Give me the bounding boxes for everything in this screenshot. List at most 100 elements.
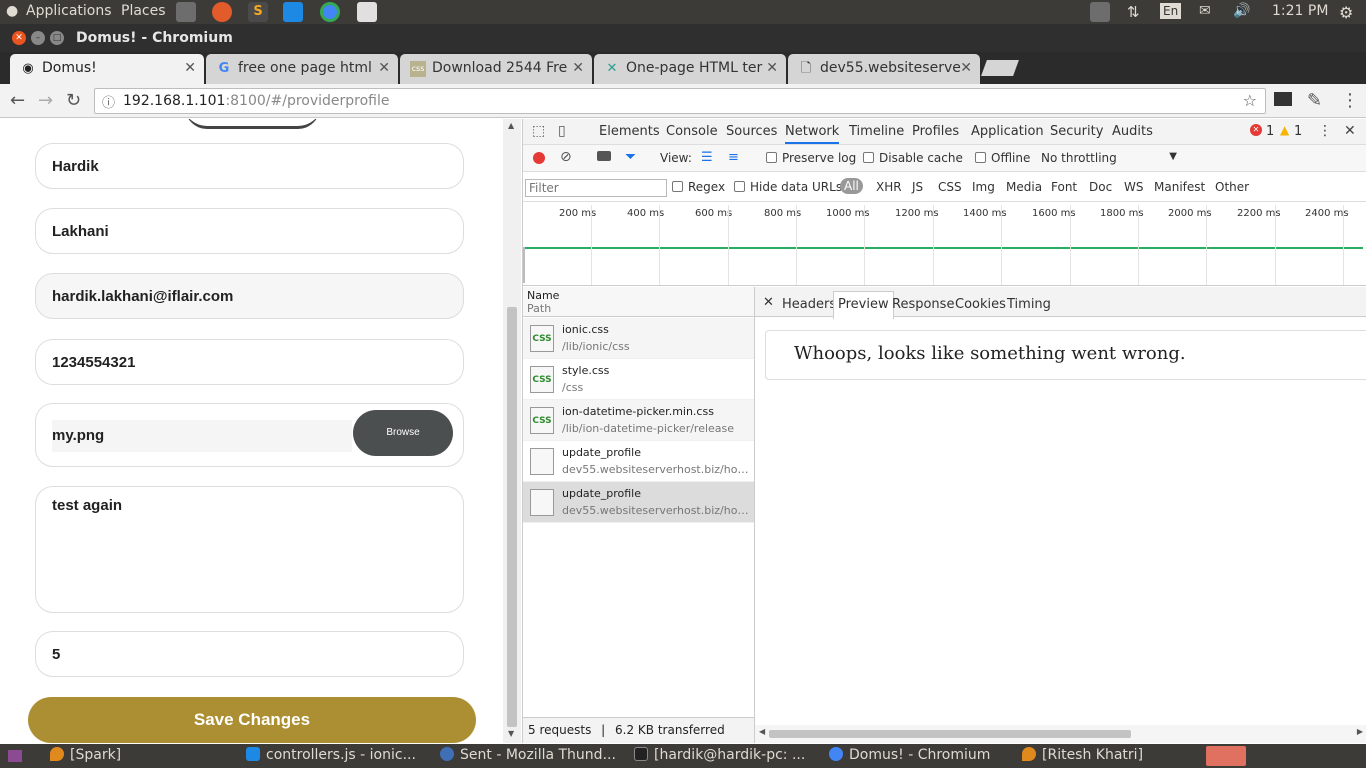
type-filter-ws[interactable]: WS [1124,180,1143,194]
close-window-icon[interactable]: ✕ [12,31,26,45]
detail-tab-timing[interactable]: Timing [1007,297,1051,312]
checkbox-box[interactable] [672,181,683,192]
horizontal-scrollbar[interactable]: ◀ ▶ [755,725,1366,743]
request-row[interactable]: update_profile dev55.websiteserverhost.b… [523,441,754,482]
checkbox-box[interactable] [766,152,777,163]
detail-tab-headers[interactable]: Headers [782,297,836,312]
inspect-element-icon[interactable]: ⬚ [532,123,545,139]
devtools-tab-sources[interactable]: Sources [726,124,777,139]
tab-dev55[interactable]: 🗋 dev55.websiteserve ✕ [788,54,980,84]
scroll-up-icon[interactable]: ▲ [508,121,514,130]
type-filter-css[interactable]: CSS [938,180,962,194]
request-list-header[interactable]: Name Path [523,287,754,317]
close-tab-icon[interactable]: ✕ [378,60,390,76]
chromium-icon[interactable] [320,2,340,22]
checkbox-box[interactable] [975,152,986,163]
taskbar-item-thunderbird[interactable]: Sent - Mozilla Thund... [440,747,616,763]
devtools-tab-network[interactable]: Network [785,124,840,144]
type-filter-other[interactable]: Other [1215,180,1249,194]
terminal-extension-icon[interactable] [1274,92,1292,106]
type-filter-img[interactable]: Img [972,180,995,194]
text-editor-icon[interactable] [357,2,377,22]
forward-icon[interactable]: → [38,90,53,111]
save-changes-button[interactable]: Save Changes [28,697,476,743]
scroll-left-icon[interactable]: ◀ [759,727,765,736]
devtools-tab-audits[interactable]: Audits [1112,124,1153,139]
device-toolbar-icon[interactable]: ▯ [558,123,566,139]
applications-menu[interactable]: Applications [26,3,112,19]
vscode-icon[interactable] [283,2,303,22]
detail-tab-response[interactable]: Response [892,297,954,312]
keyboard-layout-indicator[interactable]: En [1160,3,1182,19]
network-icon[interactable]: ⇅ [1127,3,1140,21]
close-tab-icon[interactable]: ✕ [766,60,778,76]
type-filter-xhr[interactable]: XHR [876,180,902,194]
record-icon[interactable] [533,152,545,164]
large-rows-icon[interactable]: ☰ [701,150,713,165]
error-count[interactable]: 1 [1266,124,1274,139]
taskbar-item-ritesh[interactable]: [Ritesh Khatri] [1022,747,1143,763]
browse-button[interactable]: Browse [353,410,453,456]
workspace-switcher[interactable] [1206,746,1246,766]
screenshot-camera-icon[interactable] [597,151,611,161]
show-desktop-icon[interactable] [8,750,22,762]
devtools-tab-application[interactable]: Application [971,124,1044,139]
close-tab-icon[interactable]: ✕ [184,60,196,76]
taskbar-item-terminal[interactable]: [hardik@hardik-pc: ... [634,747,805,763]
address-bar[interactable]: ⓘ 192.168.1.101:8100/#/providerprofile ☆ [94,88,1266,114]
type-filter-manifest[interactable]: Manifest [1154,180,1205,194]
warning-count[interactable]: 1 [1294,124,1302,139]
printer-icon[interactable] [176,2,196,22]
sublime-icon[interactable]: S [248,2,268,22]
timeline-handle-left[interactable] [523,247,525,283]
phone-input[interactable]: 1234554321 [35,339,464,385]
info-icon[interactable]: ⓘ [102,92,115,111]
devtools-tab-console[interactable]: Console [666,124,718,139]
ubuntu-logo-icon[interactable]: ● [6,3,18,19]
eyedropper-extension-icon[interactable]: ✎ [1307,90,1322,111]
detail-tab-cookies[interactable]: Cookies [955,297,1006,312]
taskbar-item-spark[interactable]: [Spark] [50,747,121,763]
new-tab-button[interactable] [981,60,1019,76]
preserve-log-checkbox[interactable]: Preserve log [766,151,856,165]
tab-domus[interactable]: ◉ Domus! ✕ [10,54,204,84]
throttling-select[interactable]: No throttling ▼ [1041,151,1177,165]
scroll-right-icon[interactable]: ▶ [1357,727,1363,736]
settings-gear-icon[interactable]: ⚙ [1339,3,1353,22]
type-filter-doc[interactable]: Doc [1089,180,1112,194]
type-filter-font[interactable]: Font [1051,180,1077,194]
experience-input[interactable]: 5 [35,631,464,677]
page-scrollbar[interactable]: ▲ ▼ [503,119,521,743]
filter-funnel-icon[interactable]: ⏷ [625,149,636,165]
close-devtools-icon[interactable]: ✕ [1344,123,1356,139]
last-name-input[interactable]: Lakhani [35,208,464,254]
disable-cache-checkbox[interactable]: Disable cache [863,151,963,165]
first-name-input[interactable]: Hardik [35,143,464,189]
checkbox-box[interactable] [734,181,745,192]
tab-google-search[interactable]: G free one page html ✕ [206,54,398,84]
volume-icon[interactable]: 🔊 [1233,3,1250,19]
clock[interactable]: 1:21 PM [1272,3,1328,19]
chrome-menu-icon[interactable]: ⋮ [1341,90,1359,111]
email-input[interactable]: hardik.lakhani@iflair.com [35,273,464,319]
type-filter-all[interactable]: All [840,178,863,194]
printer-status-icon[interactable] [1090,2,1110,22]
request-row[interactable]: CSS style.css /css [523,359,754,400]
request-row-selected[interactable]: update_profile dev55.websiteserverhost.b… [523,482,754,523]
clear-icon[interactable]: ⊘ [560,149,572,165]
checkbox-box[interactable] [863,152,874,163]
request-row[interactable]: CSS ion-datetime-picker.min.css /lib/ion… [523,400,754,441]
horizontal-scrollbar-thumb[interactable] [769,730,1131,738]
network-overview[interactable]: 200 ms 400 ms 600 ms 800 ms 1000 ms 1200… [523,203,1366,286]
page-scrollbar-thumb[interactable] [507,307,517,727]
about-textarea[interactable]: test again [35,486,464,613]
git-icon[interactable] [212,2,232,22]
reload-icon[interactable]: ↻ [66,90,81,111]
devtools-tab-profiles[interactable]: Profiles [912,124,959,139]
close-detail-icon[interactable]: ✕ [763,295,774,310]
filter-input[interactable] [525,179,667,197]
waterfall-overview-icon[interactable]: ≡ [728,150,739,165]
taskbar-item-chromium[interactable]: Domus! - Chromium [829,747,990,763]
minimize-window-icon[interactable]: – [31,31,45,45]
request-row[interactable]: CSS ionic.css /lib/ionic/css [523,318,754,359]
